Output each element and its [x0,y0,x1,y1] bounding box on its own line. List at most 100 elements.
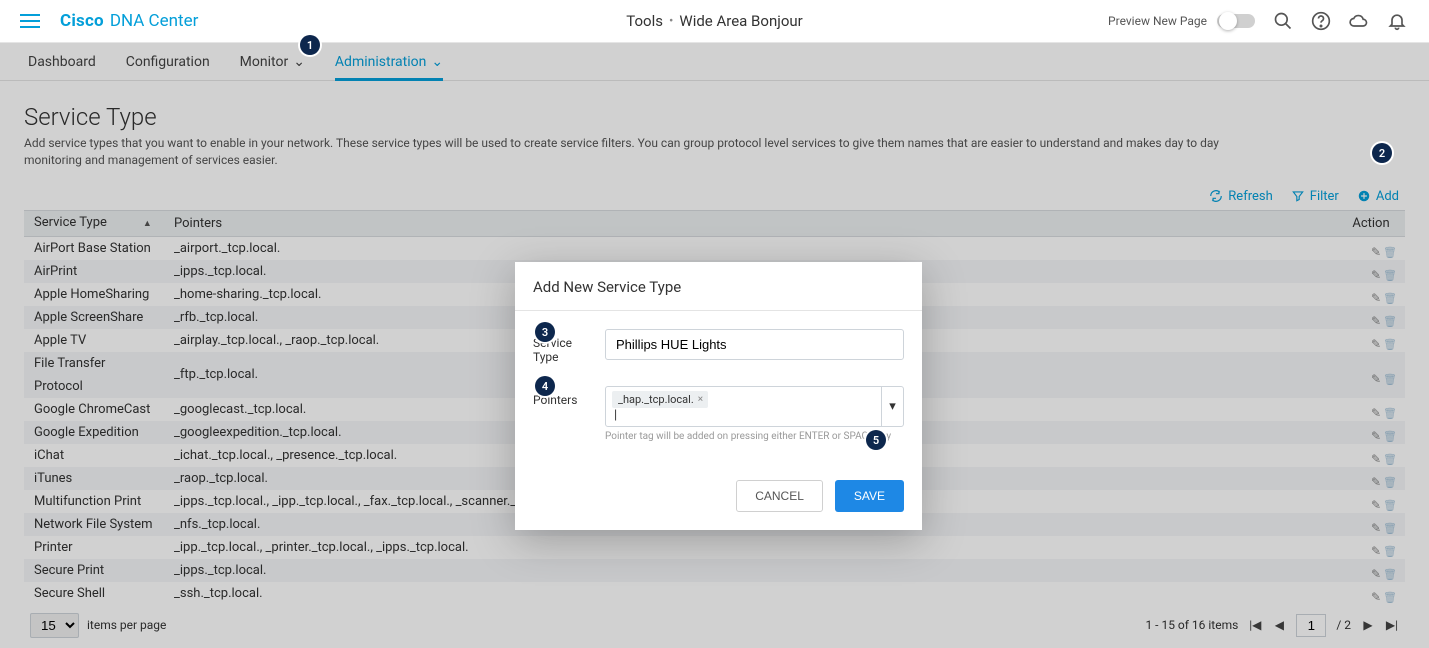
app-header: Cisco DNA Center Tools • Wide Area Bonjo… [0,0,1429,43]
pointer-tag: _hap._tcp.local. × [612,391,708,408]
first-page-icon[interactable]: |◀ [1248,618,1262,632]
cell-service-type: iChat [24,444,164,467]
delete-icon[interactable] [1383,264,1397,278]
add-service-type-dialog: Add New Service Type Service Type Pointe… [515,262,922,530]
edit-icon[interactable] [1367,517,1381,531]
edit-icon[interactable] [1367,333,1381,347]
service-type-input[interactable] [605,329,904,360]
current-page-input[interactable] [1296,614,1326,637]
column-header-service-type[interactable]: Service Type ▲ [24,210,164,236]
delete-icon[interactable] [1383,287,1397,301]
total-pages: 2 [1344,618,1351,632]
cell-service-type: AirPrint [24,260,164,283]
delete-icon[interactable] [1383,517,1397,531]
edit-icon[interactable] [1367,264,1381,278]
refresh-icon [1209,189,1223,203]
cell-service-type: Apple HomeSharing [24,283,164,306]
cell-service-type: Apple TV [24,329,164,352]
preview-toggle[interactable]: Preview New Page [1108,14,1255,28]
delete-icon[interactable] [1383,494,1397,508]
save-button[interactable]: SAVE [835,480,904,512]
header-text: Action [1352,216,1389,231]
delete-icon[interactable] [1383,540,1397,554]
tab-configuration[interactable]: Configuration [126,43,210,80]
bell-icon[interactable] [1387,11,1407,31]
refresh-button[interactable]: Refresh [1209,189,1272,204]
dropdown-toggle-icon[interactable]: ▾ [881,387,903,426]
delete-icon[interactable] [1383,241,1397,255]
help-icon[interactable] [1311,11,1331,31]
cell-action [1337,536,1405,559]
cell-pointers: _airport._tcp.local. [164,236,1337,260]
delete-icon[interactable] [1383,402,1397,416]
brand: Cisco DNA Center [60,11,198,31]
edit-icon[interactable] [1367,471,1381,485]
edit-icon[interactable] [1367,241,1381,255]
cloud-icon[interactable] [1349,11,1369,31]
tab-label: Administration [335,54,426,70]
edit-icon[interactable] [1367,586,1381,600]
table-toolbar: Refresh Filter Add [24,189,1405,204]
tab-dashboard[interactable]: Dashboard [28,43,96,80]
cell-service-type: AirPort Base Station [24,236,164,260]
cell-service-type: Multifunction Print [24,490,164,513]
cell-action [1337,467,1405,490]
cell-pointers: _ipp._tcp.local., _printer._tcp.local., … [164,536,1337,559]
tab-monitor[interactable]: Monitor⌄ [240,43,305,80]
pointers-multiselect[interactable]: _hap._tcp.local. × | ▾ [605,386,904,427]
breadcrumb-root: Tools [626,12,663,30]
add-button[interactable]: Add [1357,189,1399,204]
last-page-icon[interactable]: ▶| [1385,618,1399,632]
search-icon[interactable] [1273,11,1293,31]
tab-administration[interactable]: Administration⌄ [335,43,443,80]
edit-icon[interactable] [1367,310,1381,324]
next-page-icon[interactable]: ▶ [1361,618,1375,632]
toolbar-label: Refresh [1228,189,1272,204]
edit-icon[interactable] [1367,425,1381,439]
edit-icon[interactable] [1367,540,1381,554]
hamburger-menu-icon[interactable] [20,14,40,28]
edit-icon[interactable] [1367,448,1381,462]
delete-icon[interactable] [1383,368,1397,382]
prev-page-icon[interactable]: ◀ [1272,618,1286,632]
edit-icon[interactable] [1367,402,1381,416]
cell-action [1337,421,1405,444]
edit-icon[interactable] [1367,287,1381,301]
page-total: / 2 [1336,618,1351,632]
delete-icon[interactable] [1383,448,1397,462]
header-text: Service Type [34,215,107,230]
cell-service-type: Secure Print [24,559,164,582]
cell-action [1337,283,1405,306]
cell-service-type: Printer [24,536,164,559]
delete-icon[interactable] [1383,471,1397,485]
remove-tag-icon[interactable]: × [698,394,703,405]
cell-action [1337,490,1405,513]
cell-service-type: Google Expedition [24,421,164,444]
edit-icon[interactable] [1367,494,1381,508]
breadcrumb: Tools • Wide Area Bonjour [626,12,802,30]
filter-button[interactable]: Filter [1291,189,1339,204]
delete-icon[interactable] [1383,563,1397,577]
delete-icon[interactable] [1383,333,1397,347]
cell-service-type: Secure Shell [24,582,164,605]
page-title: Service Type [24,103,1405,131]
edit-icon[interactable] [1367,563,1381,577]
cell-service-type: File Transfer Protocol [24,352,164,398]
table-row: Secure Shell_ssh._tcp.local. [24,582,1405,605]
delete-icon[interactable] [1383,586,1397,600]
step-badge-2: 2 [1372,143,1392,163]
cancel-button[interactable]: CANCEL [736,480,823,512]
edit-icon[interactable] [1367,368,1381,382]
cell-pointers: _ipps._tcp.local. [164,559,1337,582]
pagination-range: 1 - 15 of 16 items [1145,618,1238,632]
delete-icon[interactable] [1383,310,1397,324]
sort-asc-icon: ▲ [143,219,152,229]
pagination: 15 items per page 1 - 15 of 16 items |◀ … [24,613,1405,638]
delete-icon[interactable] [1383,425,1397,439]
breadcrumb-leaf: Wide Area Bonjour [679,12,802,30]
column-header-pointers[interactable]: Pointers [164,210,1337,236]
toggle-switch-icon[interactable] [1217,14,1255,28]
brand-dna: DNA Center [110,11,199,31]
pointer-input-cursor[interactable]: | [614,408,873,422]
items-per-page-select[interactable]: 15 [30,613,79,638]
